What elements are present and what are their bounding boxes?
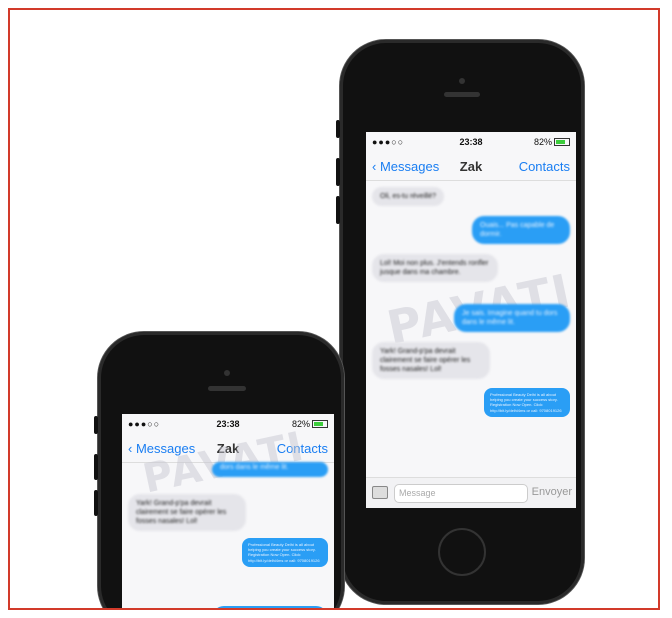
phone-large: ●●●○○ 23:38 82% ‹ Messages Zak Contacts …	[336, 40, 584, 604]
image-frame: ●●●○○ 23:38 82% ‹ Messages Zak Contacts …	[8, 8, 660, 610]
front-camera	[224, 370, 230, 376]
message-bubble-partial	[212, 606, 328, 608]
earpiece-speaker	[444, 92, 480, 97]
volume-up-button	[94, 454, 98, 480]
camera-icon[interactable]	[372, 486, 388, 499]
message-bubble: Ouais... Pas capable de dormir.	[472, 216, 570, 245]
message-bubble-ad: Professional Beauty Delhi is all about h…	[242, 538, 328, 567]
message-bubble: dors dans le même lit.	[212, 462, 328, 478]
mute-switch	[94, 416, 98, 434]
message-bubble: Yark! Grand-p'pa devrait clairement se f…	[128, 494, 246, 532]
message-bubble-ad: Professional Beauty Delhi is all about h…	[484, 388, 570, 417]
contacts-button[interactable]: Contacts	[519, 159, 570, 174]
message-bubble: Lol! Moi non plus. J'entends ronfler jus…	[372, 254, 498, 283]
message-bubble: Oli, es-tu réveillé?	[372, 187, 445, 207]
message-bubble: Yark! Grand-p'pa devrait clairement se f…	[372, 342, 490, 380]
volume-down-button	[94, 490, 98, 516]
phone-small: ●●●○○ 23:38 82% ‹ Messages Zak Contacts …	[94, 332, 344, 608]
earpiece-speaker	[208, 386, 246, 391]
front-camera	[459, 78, 465, 84]
mute-switch	[336, 120, 340, 138]
message-input[interactable]: Message	[394, 484, 528, 503]
home-button[interactable]	[438, 528, 486, 576]
status-bar: ●●●○○ 23:38 82%	[366, 132, 576, 154]
message-composer: Message Envoyer	[366, 477, 576, 508]
status-bar: ●●●○○ 23:38 82%	[122, 414, 334, 436]
volume-up-button	[336, 158, 340, 186]
screen-small: ●●●○○ 23:38 82% ‹ Messages Zak Contacts …	[122, 414, 334, 608]
send-button[interactable]: Envoyer	[532, 486, 572, 498]
message-bubble: Je sais. Imagine quand tu dors dans le m…	[454, 304, 570, 333]
battery-percent: 82%	[533, 137, 552, 147]
nav-bar: ‹ Messages Zak Contacts	[366, 154, 576, 181]
battery-icon	[312, 420, 328, 428]
volume-down-button	[336, 196, 340, 224]
battery-icon	[554, 138, 570, 146]
screen-large: ●●●○○ 23:38 82% ‹ Messages Zak Contacts …	[366, 132, 576, 508]
